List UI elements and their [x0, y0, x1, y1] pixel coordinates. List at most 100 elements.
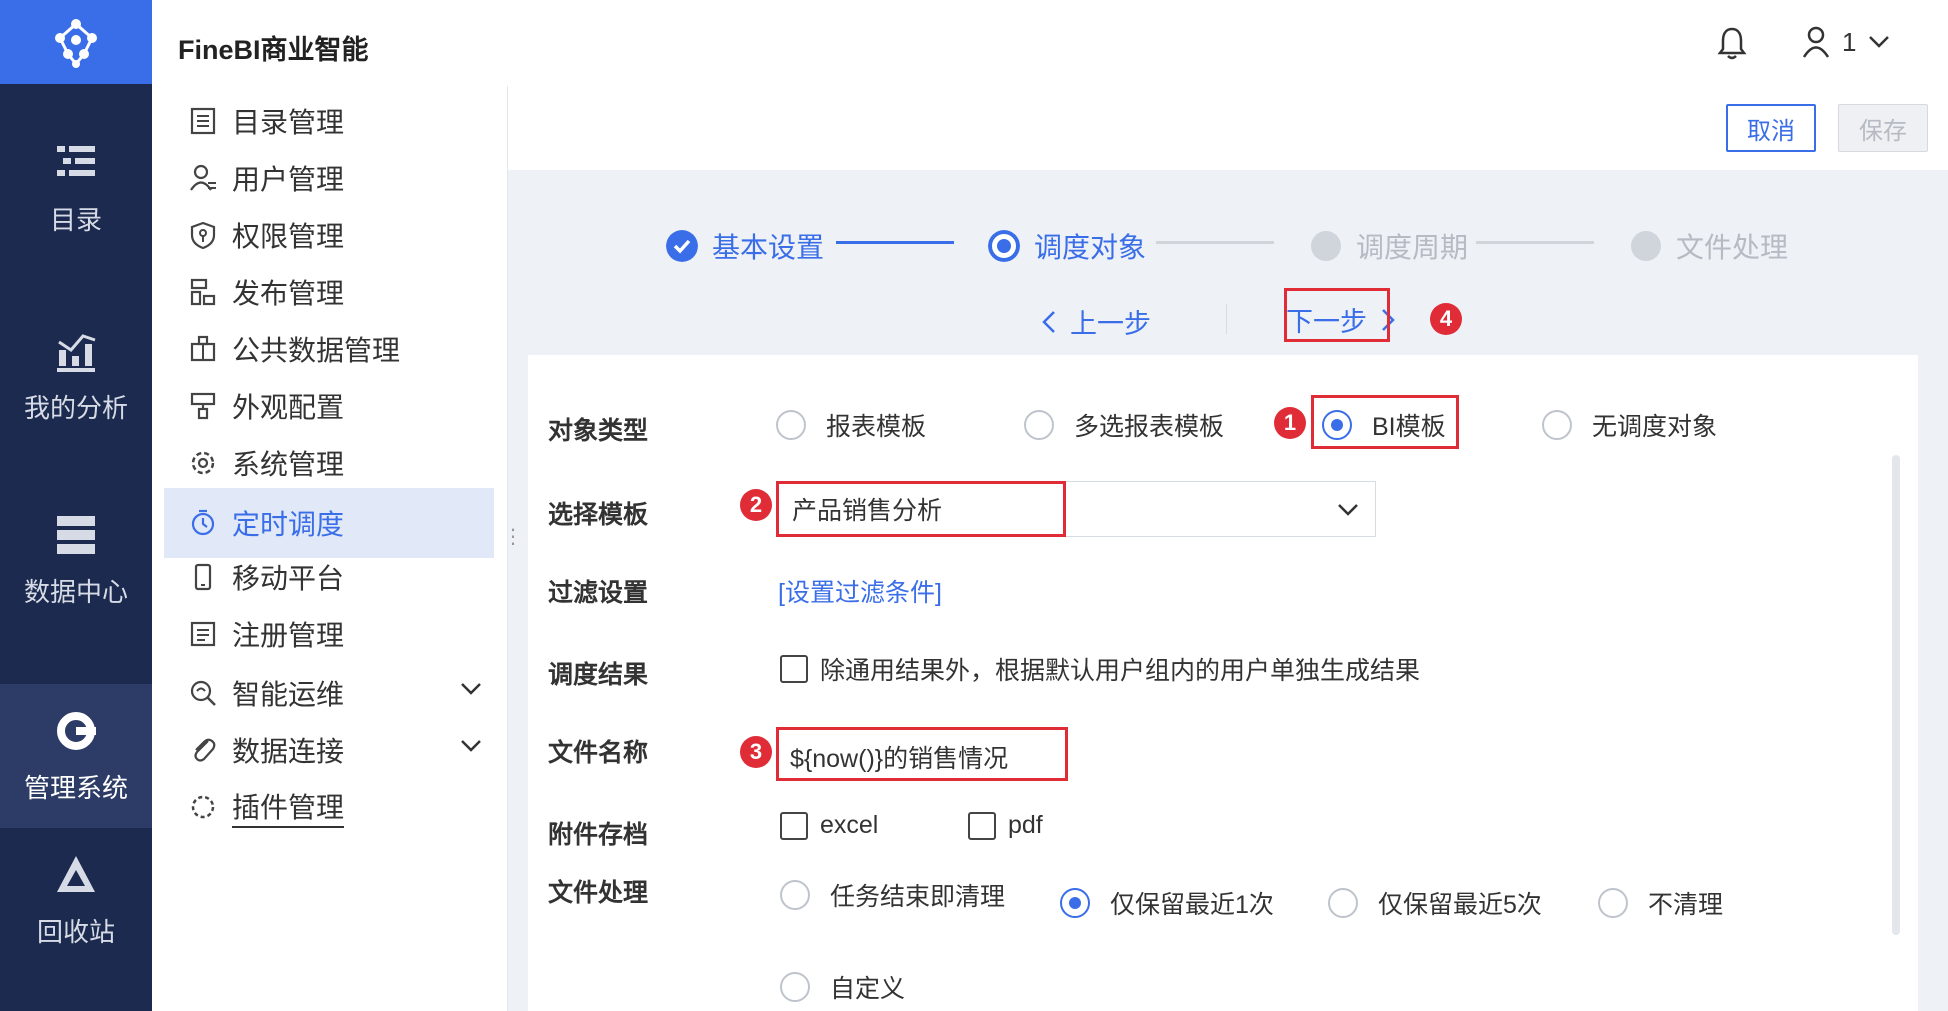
rail-item-management[interactable]: 管理系统 — [0, 684, 152, 828]
rail-item-label: 数据中心 — [23, 577, 128, 607]
link-icon — [194, 738, 216, 762]
option-label: 不清理 — [1648, 891, 1724, 919]
nav-divider — [1226, 304, 1227, 334]
database-icon — [57, 516, 95, 554]
finebi-logo[interactable] — [0, 0, 152, 84]
attachment-option-pdf[interactable]: pdf — [968, 811, 1043, 840]
chevron-down-icon[interactable] — [460, 739, 482, 753]
option-label: 除通用结果外，根据默认用户组内的用户单独生成结果 — [820, 657, 1421, 685]
recycle-icon — [57, 856, 95, 892]
file-handling-option-keep-1[interactable]: 仅保留最近1次 — [1060, 885, 1274, 921]
option-label: excel — [820, 811, 879, 839]
option-label: 仅保留最近1次 — [1110, 891, 1274, 919]
rail-item-label: 管理系统 — [23, 772, 128, 803]
annotation-box-next — [1284, 288, 1390, 342]
splitter-handle[interactable]: ⋮ — [503, 527, 523, 562]
option-label: 仅保留最近5次 — [1378, 891, 1542, 919]
file-name-label: 文件名称 — [548, 739, 649, 767]
mobile-icon — [194, 563, 212, 591]
object-type-option-report[interactable]: 报表模板 — [776, 407, 926, 443]
form-scrollbar[interactable] — [1892, 455, 1900, 935]
pending-step-icon — [1631, 231, 1661, 261]
file-handling-option-clean[interactable]: 任务结束即清理 — [780, 877, 1005, 913]
logo-icon — [55, 19, 97, 68]
publish-icon — [190, 278, 216, 306]
template-select-value: 产品销售分析 — [792, 497, 943, 525]
bell-icon[interactable] — [1717, 26, 1747, 60]
menu-item-label: 数据连接 — [232, 736, 345, 767]
radio-button[interactable] — [780, 880, 810, 910]
set-filter-link[interactable]: [设置过滤条件] — [778, 573, 942, 609]
option-label: 无调度对象 — [1592, 413, 1718, 441]
analysis-icon — [57, 334, 96, 372]
directory-icon — [190, 107, 216, 135]
cancel-button[interactable]: 取消 — [1726, 104, 1816, 152]
menu-item-plugin[interactable]: 插件管理 — [164, 772, 494, 842]
option-label: 报表模板 — [826, 413, 927, 441]
menu-item-label: 系统管理 — [232, 449, 345, 480]
checkbox[interactable] — [780, 655, 808, 683]
menu-item-label: 公共数据管理 — [232, 335, 401, 366]
file-handling-option-never[interactable]: 不清理 — [1598, 885, 1723, 921]
radio-button[interactable] — [780, 972, 810, 1002]
object-type-option-bi-template[interactable]: BI模板 — [1322, 407, 1446, 443]
step-basic-settings[interactable]: 基本设置 — [666, 226, 824, 266]
filter-label: 过滤设置 — [548, 579, 649, 607]
current-step-icon — [988, 230, 1020, 262]
step-connector — [1476, 241, 1594, 244]
checkbox[interactable] — [780, 811, 808, 840]
user-name: 1 — [1842, 26, 1857, 57]
template-label: 选择模板 — [548, 501, 649, 529]
prev-step-button[interactable]: 上一步 — [1042, 302, 1151, 341]
menu-item-label: 智能运维 — [232, 679, 345, 710]
main-navigation-rail: 目录 我的分析 数据中心 管理系统 回收站 — [0, 0, 152, 1011]
step-file-handling[interactable]: 文件处理 — [1630, 226, 1788, 266]
checkbox[interactable] — [968, 811, 996, 840]
object-type-option-none[interactable]: 无调度对象 — [1542, 407, 1717, 443]
radio-button[interactable] — [1024, 410, 1054, 440]
top-bar — [152, 0, 1948, 87]
user-icon — [190, 164, 216, 191]
object-type-option-multi-report[interactable]: 多选报表模板 — [1024, 407, 1224, 443]
action-bar: 取消 保存 — [508, 86, 1948, 170]
permission-icon — [190, 221, 216, 250]
file-handling-option-keep-5[interactable]: 仅保留最近5次 — [1328, 885, 1542, 921]
radio-button[interactable] — [1598, 888, 1628, 918]
radio-button[interactable] — [1328, 888, 1358, 918]
chevron-left-icon — [1042, 310, 1055, 333]
annotation-badge-3: 3 — [740, 736, 772, 768]
option-label: 多选报表模板 — [1074, 413, 1225, 441]
menu-item-label: 权限管理 — [232, 221, 345, 252]
file-handling-option-custom[interactable]: 自定义 — [780, 969, 905, 1005]
option-label: BI模板 — [1372, 413, 1446, 441]
app-title: FineBI商业智能 — [178, 35, 369, 65]
step-label: 文件处理 — [1676, 232, 1789, 263]
result-per-user-option[interactable]: 除通用结果外，根据默认用户组内的用户单独生成结果 — [780, 651, 1420, 687]
step-schedule-cycle[interactable]: 调度周期 — [1310, 226, 1468, 266]
file-name-value: ${now()}的销售情况 — [790, 745, 1009, 773]
rail-item-my-analysis[interactable]: 我的分析 — [0, 328, 152, 425]
attachment-option-excel[interactable]: excel — [780, 811, 878, 840]
file-handling-label: 文件处理 — [548, 879, 649, 907]
rail-item-catalog[interactable]: 目录 — [0, 140, 152, 237]
save-button[interactable]: 保存 — [1838, 104, 1928, 152]
menu-item-label: 插件管理 — [232, 786, 345, 828]
object-type-label: 对象类型 — [548, 417, 649, 445]
rail-item-recycle[interactable]: 回收站 — [0, 852, 152, 949]
step-label: 调度周期 — [1356, 232, 1469, 263]
radio-button[interactable] — [776, 410, 806, 440]
user-menu[interactable]: 1 — [1802, 26, 1890, 58]
option-label: pdf — [1008, 811, 1043, 839]
chevron-down-icon[interactable] — [460, 682, 482, 696]
rail-item-label: 我的分析 — [23, 393, 128, 423]
option-label: 任务结束即清理 — [830, 883, 1006, 911]
radio-button[interactable] — [1542, 410, 1572, 440]
radio-button-selected[interactable] — [1060, 888, 1090, 918]
chevron-down-icon — [1338, 504, 1358, 516]
rail-item-data-center[interactable]: 数据中心 — [0, 512, 152, 609]
annotation-badge-2: 2 — [740, 489, 772, 521]
step-label: 调度对象 — [1034, 232, 1147, 263]
step-schedule-object[interactable]: 调度对象 — [988, 226, 1146, 266]
radio-button-selected[interactable] — [1322, 410, 1352, 440]
menu-item-label: 定时调度 — [232, 509, 345, 540]
